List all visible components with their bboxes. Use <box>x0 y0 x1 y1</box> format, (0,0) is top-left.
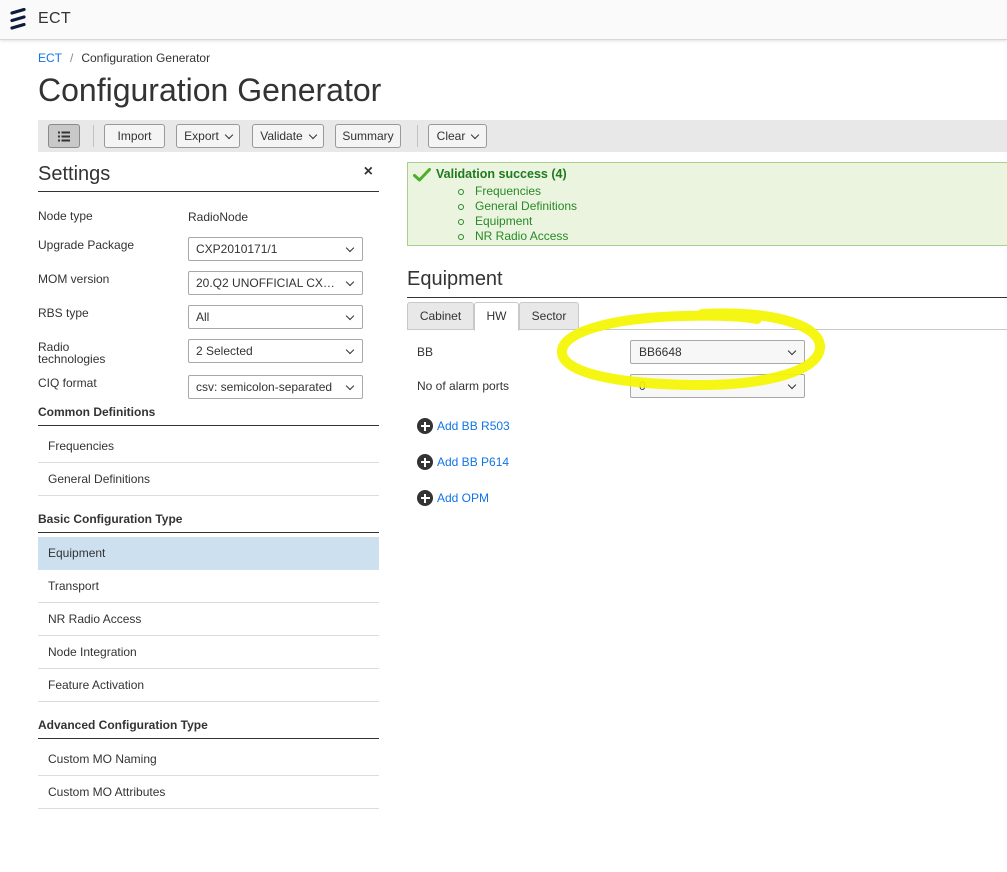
export-button[interactable]: Export <box>176 124 240 148</box>
chevron-down-icon <box>345 311 355 321</box>
rbs-type-label: RBS type <box>38 306 89 320</box>
page-title: Configuration Generator <box>38 72 382 108</box>
top-bar: ECT <box>0 0 1007 40</box>
node-type-value: RadioNode <box>188 210 249 224</box>
tab-sector[interactable]: Sector <box>519 302 579 330</box>
validate-button[interactable]: Validate <box>252 124 324 148</box>
validation-item: General Definitions <box>458 199 577 214</box>
clear-button[interactable]: Clear <box>428 124 487 148</box>
add-bb-p614-label: Add BB P614 <box>437 455 510 469</box>
settings-header: Settings × <box>38 160 379 192</box>
breadcrumb: ECT / Configuration Generator <box>38 51 210 65</box>
toolbar-divider <box>93 125 94 147</box>
add-opm-link[interactable]: Add OPM <box>417 490 489 506</box>
validate-button-label: Validate <box>260 129 303 143</box>
chevron-down-icon <box>787 380 797 390</box>
checkmark-icon <box>413 168 431 182</box>
mom-version-select[interactable]: 20.Q2 UNOFFICIAL CXP2010171/1 <box>188 271 363 295</box>
alarm-ports-label: No of alarm ports <box>417 379 510 393</box>
node-type-label: Node type <box>38 209 93 223</box>
chevron-down-icon <box>471 130 480 139</box>
app-title: ECT <box>38 10 71 27</box>
export-button-label: Export <box>184 129 219 143</box>
nav-item-frequencies[interactable]: Frequencies <box>38 430 379 463</box>
plus-circle-icon <box>417 418 433 434</box>
list-icon <box>58 131 70 141</box>
ericsson-logo-icon <box>10 8 26 30</box>
upgrade-package-select[interactable]: CXP2010171/1 <box>188 237 363 261</box>
nav-item-custom-mo-attributes[interactable]: Custom MO Attributes <box>38 776 379 809</box>
upgrade-package-value: CXP2010171/1 <box>196 242 278 256</box>
tab-hw[interactable]: HW <box>474 302 519 331</box>
validation-item: Frequencies <box>458 184 577 199</box>
validation-list: Frequencies General Definitions Equipmen… <box>458 184 577 244</box>
nav-item-custom-mo-naming[interactable]: Custom MO Naming <box>38 743 379 776</box>
breadcrumb-separator: / <box>70 51 74 65</box>
equipment-section-title: Equipment <box>407 268 1007 298</box>
close-icon[interactable]: × <box>364 163 373 181</box>
rbs-type-select[interactable]: All <box>188 305 363 329</box>
ciq-format-select[interactable]: csv: semicolon-separated <box>188 375 363 399</box>
mom-version-label: MOM version <box>38 272 110 286</box>
toolbar: Import Export Validate Summary Clear <box>38 120 1007 152</box>
validation-title: Validation success (4) <box>436 167 567 181</box>
mom-version-value: 20.Q2 UNOFFICIAL CXP2010171/1 <box>196 276 362 290</box>
bb-value: BB6648 <box>639 345 682 359</box>
clear-button-label: Clear <box>436 129 466 143</box>
bb-label: BB <box>417 345 434 359</box>
radio-technologies-value: 2 Selected <box>196 344 253 358</box>
chevron-down-icon <box>787 346 797 356</box>
rbs-type-value: All <box>196 310 210 324</box>
add-bb-r503-label: Add BB R503 <box>437 419 510 433</box>
chevron-down-icon <box>224 130 234 139</box>
equipment-tabs: Cabinet HW Sector <box>407 302 1007 331</box>
radio-technologies-select[interactable]: 2 Selected <box>188 339 363 363</box>
advanced-configuration-title: Advanced Configuration Type <box>38 718 379 739</box>
chevron-down-icon <box>308 130 317 139</box>
nav-item-feature-activation[interactable]: Feature Activation <box>38 669 379 702</box>
validation-item: NR Radio Access <box>458 229 577 244</box>
bb-select[interactable]: BB6648 <box>630 340 805 364</box>
chevron-down-icon <box>345 381 355 391</box>
upgrade-package-label: Upgrade Package <box>38 238 135 252</box>
toggle-settings-button[interactable] <box>48 124 80 148</box>
summary-button[interactable]: Summary <box>335 124 401 148</box>
add-opm-label: Add OPM <box>437 491 490 505</box>
alarm-ports-value: 0 <box>639 379 646 393</box>
chevron-down-icon <box>345 345 355 355</box>
summary-button-label: Summary <box>342 129 394 143</box>
nav-item-general-definitions[interactable]: General Definitions <box>38 463 379 496</box>
import-button-label: Import <box>117 129 152 143</box>
plus-circle-icon <box>417 454 433 470</box>
import-button[interactable]: Import <box>104 124 165 148</box>
nav-item-transport[interactable]: Transport <box>38 570 379 603</box>
breadcrumb-link-ect[interactable]: ECT <box>38 51 62 65</box>
chevron-down-icon <box>345 243 355 253</box>
ciq-format-label: CIQ format <box>38 376 97 390</box>
toolbar-divider <box>417 125 418 147</box>
alarm-ports-select[interactable]: 0 <box>630 374 805 398</box>
plus-circle-icon <box>417 490 433 506</box>
common-definitions-title: Common Definitions <box>38 405 379 426</box>
tab-cabinet[interactable]: Cabinet <box>407 302 474 330</box>
ciq-format-value: csv: semicolon-separated <box>196 380 333 394</box>
radio-technologies-label-line2: technologies <box>38 352 106 366</box>
settings-title: Settings <box>38 163 111 185</box>
add-bb-r503-link[interactable]: Add BB R503 <box>417 418 510 434</box>
basic-configuration-title: Basic Configuration Type <box>38 512 379 533</box>
validation-success-box: Validation success (4) Frequencies Gener… <box>407 162 1007 246</box>
add-bb-p614-link[interactable]: Add BB P614 <box>417 454 509 470</box>
validation-item: Equipment <box>458 214 577 229</box>
breadcrumb-current: Configuration Generator <box>81 51 211 65</box>
nav-item-nr-radio-access[interactable]: NR Radio Access <box>38 603 379 636</box>
nav-item-node-integration[interactable]: Node Integration <box>38 636 379 669</box>
nav-item-equipment[interactable]: Equipment <box>38 537 379 570</box>
